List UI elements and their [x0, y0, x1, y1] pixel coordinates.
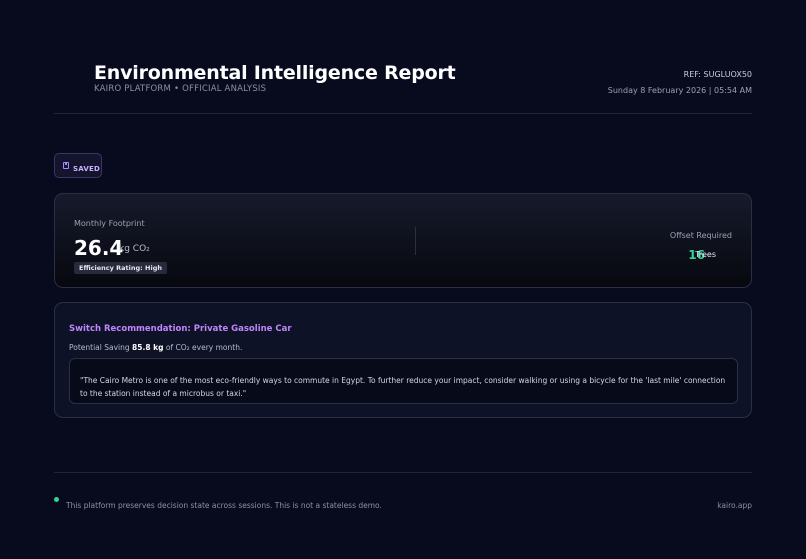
recommendation-card: Switch Recommendation: Private Gasoline … — [54, 302, 752, 418]
footer-link[interactable]: kairo.app — [717, 501, 752, 510]
save-icon — [63, 162, 69, 169]
saved-label: SAVED — [73, 165, 100, 173]
saved-badge[interactable]: SAVED — [54, 153, 102, 178]
page-footer: This platform preserves decision state a… — [54, 472, 752, 522]
saving-amount: 85.8 kg — [132, 343, 164, 352]
potential-saving: Potential Saving 85.8 kg of CO₂ every mo… — [69, 343, 242, 352]
page-title: Environmental Intelligence Report — [94, 62, 456, 84]
saving-suffix: of CO₂ every month. — [165, 343, 243, 352]
footprint-unit: kg CO₂ — [119, 244, 150, 254]
offset-label: Offset Required — [669, 231, 732, 240]
recommendation-quote: "The Cairo Metro is one of the most eco-… — [69, 358, 738, 404]
footprint-value: 26.4 — [74, 236, 124, 260]
footprint-label: Monthly Footprint — [74, 219, 145, 228]
footprint-card: Monthly Footprint 26.4 kg CO₂ Efficiency… — [54, 193, 752, 288]
card-divider — [415, 227, 416, 255]
saving-prefix: Potential Saving — [69, 343, 130, 352]
report-header: Environmental Intelligence Report KAIRO … — [54, 62, 752, 114]
page-subtitle: KAIRO PLATFORM • OFFICIAL ANALYSIS — [94, 84, 267, 94]
recommendation-title: Switch Recommendation: Private Gasoline … — [69, 324, 292, 334]
report-page: Environmental Intelligence Report KAIRO … — [0, 0, 806, 559]
efficiency-rating-badge: Efficiency Rating: High — [74, 262, 167, 274]
reference-id: REF: SUGLUOX50 — [683, 70, 752, 79]
report-datetime: Sunday 8 February 2026 | 05:54 AM — [607, 86, 752, 95]
offset-unit: Trees — [695, 250, 716, 259]
status-dot-icon — [54, 497, 59, 502]
footer-note: This platform preserves decision state a… — [66, 501, 382, 510]
